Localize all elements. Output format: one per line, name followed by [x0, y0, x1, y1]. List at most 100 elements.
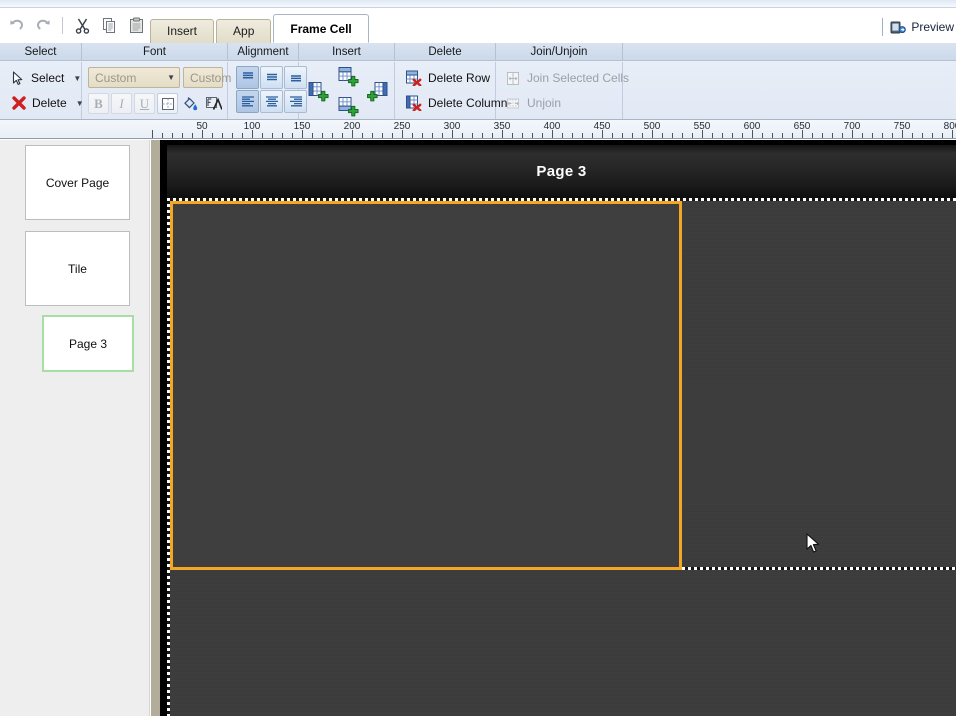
select-dropdown-caret-icon[interactable]: ▼ [73, 74, 81, 83]
insert-row-below-button[interactable] [337, 95, 359, 117]
alignment-button-grid [236, 66, 307, 113]
align-middle-icon [266, 73, 277, 81]
copy-button[interactable] [97, 13, 121, 37]
page-surface[interactable]: Page 3 [167, 145, 956, 716]
ribbon-tabs: Insert App Frame Cell [150, 14, 371, 43]
horizontal-ruler[interactable]: 50 100 150 200 250 300 350 400 450 500 550 600 650 70… [0, 120, 956, 139]
bold-button[interactable]: B [88, 93, 109, 114]
unjoin-button[interactable]: Unjoin [500, 91, 567, 115]
preview-label: Preview [911, 20, 954, 34]
quick-access-and-tabs-row: Insert App Frame Cell Preview [0, 9, 956, 43]
ribbon-group-select: Select ▼ Delete ▼ [0, 62, 84, 119]
page-thumbnail-label: Cover Page [45, 175, 110, 190]
redo-icon [36, 19, 50, 30]
ribbon-header-join-unjoin: Join/Unjoin [496, 43, 623, 61]
delete-menu-label: Delete [32, 96, 67, 110]
insert-row-below-icon [338, 96, 359, 116]
redo-button[interactable] [31, 13, 55, 37]
fill-bucket-icon [184, 96, 198, 110]
preview-icon [890, 21, 907, 33]
text-effects-button[interactable] [203, 93, 224, 114]
delete-row-button[interactable]: Delete Row [399, 66, 496, 90]
page-canvas[interactable]: Page 3 [160, 140, 956, 716]
fill-color-button[interactable] [180, 93, 201, 114]
ruler-corner [0, 120, 152, 138]
page-thumbnail-page-3[interactable]: Page 3 [42, 315, 134, 372]
insert-column-right-icon [367, 81, 388, 101]
page-thumbnail-cover-page[interactable]: Cover Page [25, 145, 130, 220]
insert-column-left-button[interactable] [307, 80, 329, 102]
window-top-strip [0, 0, 956, 8]
italic-label: I [119, 95, 124, 111]
tab-insert[interactable]: Insert [150, 19, 215, 43]
page-thumbnail-label: Page 3 [68, 336, 108, 351]
align-center-button[interactable] [260, 90, 283, 113]
align-left-icon [241, 96, 254, 107]
join-cells-icon [507, 71, 519, 85]
text-effects-icon [206, 96, 222, 110]
delete-x-icon [12, 96, 26, 110]
page-thumbnail-sidebar: Cover Page Tile Page 3 [0, 140, 150, 716]
page-body[interactable] [167, 198, 956, 716]
preview-area: Preview [882, 15, 956, 39]
copy-icon [102, 17, 115, 33]
paste-button[interactable] [124, 13, 148, 37]
font-family-select[interactable]: Custom ▼ [88, 67, 180, 88]
tab-frame-cell[interactable]: Frame Cell [273, 14, 369, 43]
ribbon-group-headers: Select Font Alignment Insert Delete Join… [0, 43, 956, 61]
join-selected-cells-label: Join Selected Cells [527, 71, 630, 85]
selected-frame-cell[interactable] [170, 201, 682, 570]
ribbon-group-insert [299, 62, 395, 119]
application-window: Insert App Frame Cell Preview Select Fon… [0, 0, 956, 716]
align-left-button[interactable] [236, 90, 259, 113]
page-title: Page 3 [536, 163, 587, 180]
font-style-row: B I U [88, 93, 224, 114]
align-center-icon [265, 96, 278, 107]
font-family-caret-icon[interactable]: ▼ [167, 73, 175, 82]
ribbon-header-select: Select [0, 43, 82, 61]
align-top-button[interactable] [236, 66, 259, 89]
quick-access-toolbar [4, 13, 148, 37]
ribbon-body: Select ▼ Delete ▼ Custom ▼ Custom B I U … [0, 62, 956, 119]
font-size-value: Custom [190, 70, 232, 85]
insert-column-left-icon [308, 81, 329, 101]
align-middle-button[interactable] [260, 66, 283, 89]
insert-row-above-button[interactable] [337, 65, 359, 87]
insert-diamond [299, 62, 394, 119]
ribbon-header-delete: Delete [395, 43, 496, 61]
insert-row-above-icon [338, 66, 359, 86]
paste-icon [129, 17, 143, 33]
ribbon-group-empty [623, 62, 956, 119]
underline-label: U [139, 95, 150, 111]
font-size-select[interactable]: Custom ▼ [183, 67, 242, 88]
undo-button[interactable] [4, 13, 28, 37]
scissors-icon [75, 18, 89, 34]
ribbon-group-delete: Delete Row Delete Column [395, 62, 507, 119]
ribbon-group-font: Custom ▼ Custom ▼ B I [82, 62, 242, 119]
ribbon-header-insert: Insert [299, 43, 395, 61]
preview-button[interactable]: Preview [890, 20, 956, 35]
tab-app[interactable]: App [216, 19, 272, 43]
ribbon-header-font: Font [82, 43, 228, 61]
frame-guide-horizontal-middle [682, 567, 956, 570]
delete-menu-button[interactable]: Delete ▼ [6, 91, 90, 115]
page-header-bar: Page 3 [167, 145, 956, 198]
insert-column-right-button[interactable] [367, 80, 389, 102]
join-selected-cells-button[interactable]: Join Selected Cells [500, 66, 635, 90]
select-button[interactable]: Select ▼ [6, 66, 87, 90]
toolbar-separator [62, 16, 63, 34]
cell-borders-icon [161, 97, 174, 110]
ribbon-group-join-unjoin: Join Selected Cells Unjoin [496, 62, 629, 119]
ribbon: Select Font Alignment Insert Delete Join… [0, 43, 956, 120]
cut-button[interactable] [70, 13, 94, 37]
cursor-arrow-icon [12, 70, 23, 85]
preview-separator [882, 18, 884, 36]
delete-row-icon [406, 70, 422, 86]
font-selectors-row: Custom ▼ Custom ▼ [88, 67, 242, 88]
undo-icon [9, 19, 23, 30]
cell-borders-button[interactable] [157, 93, 178, 114]
delete-column-icon [406, 95, 422, 111]
underline-button[interactable]: U [134, 93, 155, 114]
page-thumbnail-tile[interactable]: Tile [25, 231, 130, 306]
italic-button[interactable]: I [111, 93, 132, 114]
